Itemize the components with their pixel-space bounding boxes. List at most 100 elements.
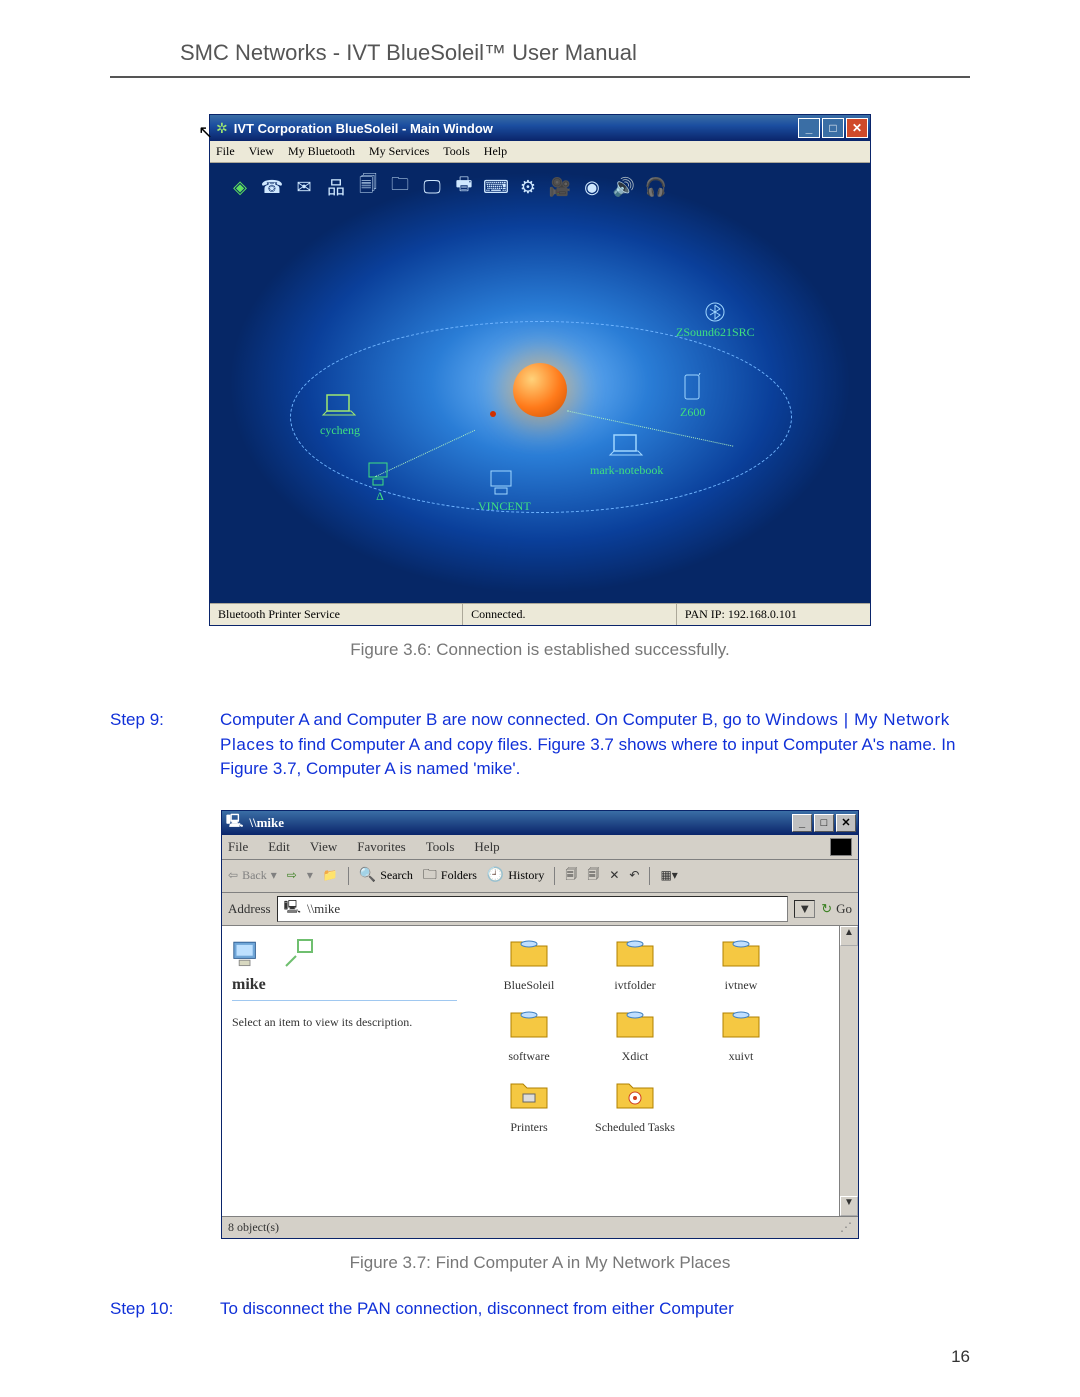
address-value: \\mike bbox=[307, 901, 340, 917]
phone-icon bbox=[683, 373, 703, 403]
figure-3-6: ✲ IVT Corporation BlueSoleil - Main Wind… bbox=[110, 114, 970, 660]
laptop-icon bbox=[608, 433, 646, 461]
device-delta[interactable]: Δ bbox=[365, 461, 395, 504]
folder-icon bbox=[721, 1009, 761, 1041]
menu-file[interactable]: File bbox=[228, 839, 248, 855]
menu-help[interactable]: Help bbox=[474, 839, 499, 855]
device-label: VINCENT bbox=[478, 499, 531, 514]
side-hint: Select an item to view its description. bbox=[232, 1015, 457, 1030]
folders-button[interactable]: 🗀Folders bbox=[423, 864, 477, 888]
delete-icon[interactable]: ✕ bbox=[609, 868, 619, 883]
folder-xuivt[interactable]: xuivt bbox=[691, 1009, 791, 1064]
up-button[interactable]: 📁 bbox=[323, 868, 338, 883]
menu-mybluetooth[interactable]: My Bluetooth bbox=[288, 144, 355, 159]
bluesoleil-titlebar: ✲ IVT Corporation BlueSoleil - Main Wind… bbox=[210, 115, 870, 141]
step-10: Step 10: To disconnect the PAN connectio… bbox=[110, 1297, 970, 1322]
page-number: 16 bbox=[951, 1347, 970, 1367]
search-button[interactable]: 🔍Search bbox=[359, 867, 413, 884]
device-mark[interactable]: mark-notebook bbox=[590, 433, 663, 478]
maximize-button[interactable]: □ bbox=[814, 814, 834, 832]
folder-icon bbox=[721, 938, 761, 970]
views-icon[interactable]: ▦▾ bbox=[660, 868, 677, 883]
page-header: SMC Networks - IVT BlueSoleil™ User Manu… bbox=[110, 40, 970, 78]
scrollbar[interactable]: ▲▼ bbox=[839, 926, 858, 1216]
folder-scheduled-tasks[interactable]: Scheduled Tasks bbox=[585, 1080, 685, 1135]
dongle-dot-icon bbox=[490, 411, 496, 417]
device-vincent[interactable]: VINCENT bbox=[478, 469, 531, 514]
menu-favorites[interactable]: Favorites bbox=[357, 839, 405, 855]
move-to-icon[interactable]: 🗐 bbox=[565, 865, 577, 886]
device-cycheng[interactable]: cycheng bbox=[320, 393, 360, 438]
step-text: To disconnect the PAN connection, discon… bbox=[220, 1297, 734, 1322]
av-icon[interactable]: 🎥 bbox=[548, 175, 572, 199]
file-icon[interactable]: 🗐 bbox=[356, 175, 380, 199]
folder-software[interactable]: software bbox=[479, 1009, 579, 1064]
address-input[interactable]: 🖳 \\mike bbox=[277, 896, 789, 922]
maximize-button[interactable]: □ bbox=[822, 118, 844, 138]
ftp-icon[interactable]: 🗀 bbox=[388, 175, 412, 199]
device-label: mark-notebook bbox=[590, 463, 663, 478]
back-button: ⇦Back▾ bbox=[228, 868, 277, 883]
explorer-statusbar: 8 object(s) ⋰ bbox=[222, 1216, 858, 1238]
address-dropdown[interactable]: ▼ bbox=[794, 900, 815, 918]
explorer-body: mike Select an item to view its descript… bbox=[222, 926, 858, 1216]
explorer-sidepanel: mike Select an item to view its descript… bbox=[222, 926, 467, 1216]
explorer-title: \\mike bbox=[249, 815, 284, 831]
device-label: cycheng bbox=[320, 423, 360, 438]
central-device-icon[interactable] bbox=[513, 363, 567, 417]
print-icon[interactable]: 🖶 bbox=[452, 175, 476, 199]
menu-view[interactable]: View bbox=[310, 839, 337, 855]
laptop-icon bbox=[321, 393, 359, 421]
minimize-button[interactable]: _ bbox=[798, 118, 820, 138]
copy-to-icon[interactable]: 🗐 bbox=[587, 865, 599, 886]
step-text: Computer A and Computer B are now connec… bbox=[220, 708, 970, 782]
folder-bluesoleil[interactable]: BlueSoleil bbox=[479, 938, 579, 993]
folder-printers[interactable]: Printers bbox=[479, 1080, 579, 1135]
menu-help[interactable]: Help bbox=[484, 144, 507, 159]
figure-caption: Figure 3.7: Find Computer A in My Networ… bbox=[350, 1253, 731, 1273]
basic-icon[interactable]: ◉ bbox=[580, 175, 604, 199]
menu-view[interactable]: View bbox=[249, 144, 274, 159]
computer-icon: 🖳 bbox=[284, 898, 301, 920]
menu-myservices[interactable]: My Services bbox=[369, 144, 429, 159]
bluesoleil-menubar: File View My Bluetooth My Services Tools… bbox=[210, 141, 870, 163]
printers-icon bbox=[509, 1080, 549, 1112]
device-zsound[interactable]: ZSound621SRC bbox=[676, 301, 755, 340]
object-count: 8 object(s) bbox=[228, 1220, 279, 1235]
close-button[interactable]: ✕ bbox=[836, 814, 856, 832]
explorer-items[interactable]: BlueSoleil ivtfolder ivtnew software Xdi… bbox=[467, 926, 858, 1216]
serial-icon[interactable]: ⚙ bbox=[516, 175, 540, 199]
hid-icon[interactable]: ⌨ bbox=[484, 175, 508, 199]
menu-tools[interactable]: Tools bbox=[426, 839, 455, 855]
dialup-icon[interactable]: ☎ bbox=[260, 175, 284, 199]
step-label: Step 10: bbox=[110, 1297, 196, 1322]
menu-file[interactable]: File bbox=[216, 144, 235, 159]
folder-ivtfolder[interactable]: ivtfolder bbox=[585, 938, 685, 993]
forward-button[interactable]: ⇨ bbox=[287, 868, 297, 883]
close-button[interactable]: ✕ bbox=[846, 118, 868, 138]
menu-tools[interactable]: Tools bbox=[443, 144, 470, 159]
service-toolbar: ◈ ☎ ✉ 品 🗐 🗀 🖵 🖶 ⌨ ⚙ 🎥 ◉ 🔊 🎧 bbox=[228, 175, 668, 199]
explorer-titlebar: 🖳 \\mike _ □ ✕ bbox=[222, 811, 858, 835]
address-label: Address bbox=[228, 901, 271, 917]
menu-edit[interactable]: Edit bbox=[268, 839, 290, 855]
headset-icon[interactable]: 🎧 bbox=[644, 175, 668, 199]
explorer-toolbar: ⇦Back▾ ⇨▾ 📁 🔍Search 🗀Folders 🕘History 🗐 … bbox=[222, 860, 858, 893]
resize-grip-icon[interactable]: ⋰ bbox=[838, 1220, 852, 1235]
fax-icon[interactable]: ✉ bbox=[292, 175, 316, 199]
sync-icon[interactable]: 🖵 bbox=[420, 175, 444, 199]
folder-ivtnew[interactable]: ivtnew bbox=[691, 938, 791, 993]
history-button[interactable]: 🕘History bbox=[487, 867, 544, 884]
undo-icon[interactable]: ↶ bbox=[629, 868, 639, 883]
desktop-icon bbox=[365, 461, 395, 487]
audio-icon[interactable]: 🔊 bbox=[612, 175, 636, 199]
lan-icon[interactable]: 品 bbox=[324, 175, 348, 199]
bluesoleil-title: IVT Corporation BlueSoleil - Main Window bbox=[234, 121, 493, 136]
minimize-button[interactable]: _ bbox=[792, 814, 812, 832]
figure-3-7: 🖳 \\mike _ □ ✕ File Edit View Favorites … bbox=[110, 810, 970, 1273]
explorer-window: 🖳 \\mike _ □ ✕ File Edit View Favorites … bbox=[221, 810, 859, 1239]
pan-icon[interactable]: ◈ bbox=[228, 175, 252, 199]
folder-xdict[interactable]: Xdict bbox=[585, 1009, 685, 1064]
go-button[interactable]: ↻Go bbox=[821, 901, 852, 917]
device-z600[interactable]: Z600 bbox=[680, 373, 705, 420]
